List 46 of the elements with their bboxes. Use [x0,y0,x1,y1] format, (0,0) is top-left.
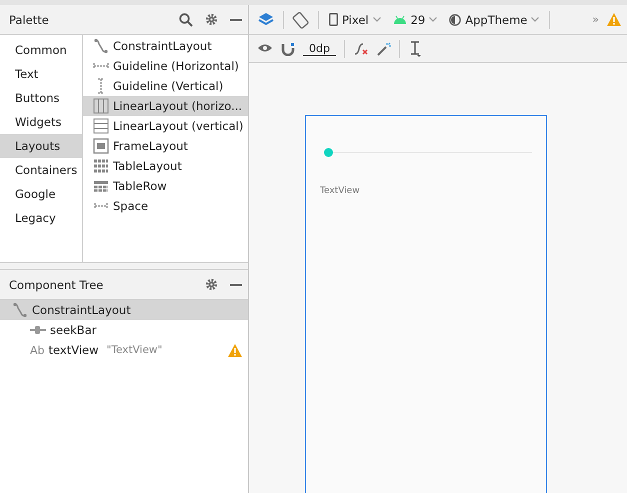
seekbar-icon [30,326,46,334]
constraint-icon [93,38,109,54]
caret-icon [372,17,381,22]
tree-node[interactable]: seekBar [0,320,248,340]
default-margin-button[interactable]: 0dp [303,42,336,56]
category-item[interactable]: Layouts [0,134,82,158]
palette-item[interactable]: Guideline (Vertical) [83,76,248,96]
category-item[interactable]: Legacy [0,206,82,230]
text-view: TextView [320,186,360,196]
minimize-icon[interactable] [230,284,242,286]
minimize-icon[interactable] [230,18,242,20]
category-item[interactable]: Text [0,62,82,86]
palette-item[interactable]: TableLayout [83,156,248,176]
settings-icon[interactable] [205,278,218,291]
theme-dropdown[interactable]: AppTheme [447,12,542,26]
magic-wand-icon[interactable] [376,42,391,56]
phone-icon [329,13,338,26]
palette-item[interactable]: LinearLayout (vertical) [83,116,248,136]
rotate-device-icon[interactable] [292,10,310,28]
category-item[interactable]: Common [0,38,82,62]
settings-icon[interactable] [205,13,218,26]
search-icon[interactable] [179,12,193,26]
caret-icon [531,17,540,22]
clear-constraints-icon[interactable] [352,42,369,56]
android-icon [392,15,407,24]
tree-node[interactable]: ConstraintLayout [0,300,248,320]
seekbar-thumb[interactable] [324,148,333,157]
palette-item[interactable]: Guideline (Horizontal) [83,56,248,76]
caret-icon [429,17,438,22]
device-dropdown[interactable]: Pixel [327,12,383,26]
magnet-icon[interactable] [281,42,295,56]
category-item[interactable]: Widgets [0,110,82,134]
category-item[interactable]: Containers [0,158,82,182]
tree-node[interactable]: Ab textView "TextView" [0,340,248,360]
api-level-dropdown[interactable]: 29 [390,12,440,26]
category-item[interactable]: Buttons [0,86,82,110]
palette-item[interactable]: FrameLayout [83,136,248,156]
category-item[interactable]: Google [0,182,82,206]
palette-item[interactable]: LinearLayout (horizo... [83,96,248,116]
constraint-icon [12,302,28,318]
palette-item[interactable]: ConstraintLayout [83,36,248,56]
panel-title: Palette [9,12,50,26]
theme-icon [449,14,462,26]
panel-title: Component Tree [9,278,104,292]
palette-item[interactable]: TableRow [83,176,248,196]
palette-item[interactable]: Space [83,196,248,216]
